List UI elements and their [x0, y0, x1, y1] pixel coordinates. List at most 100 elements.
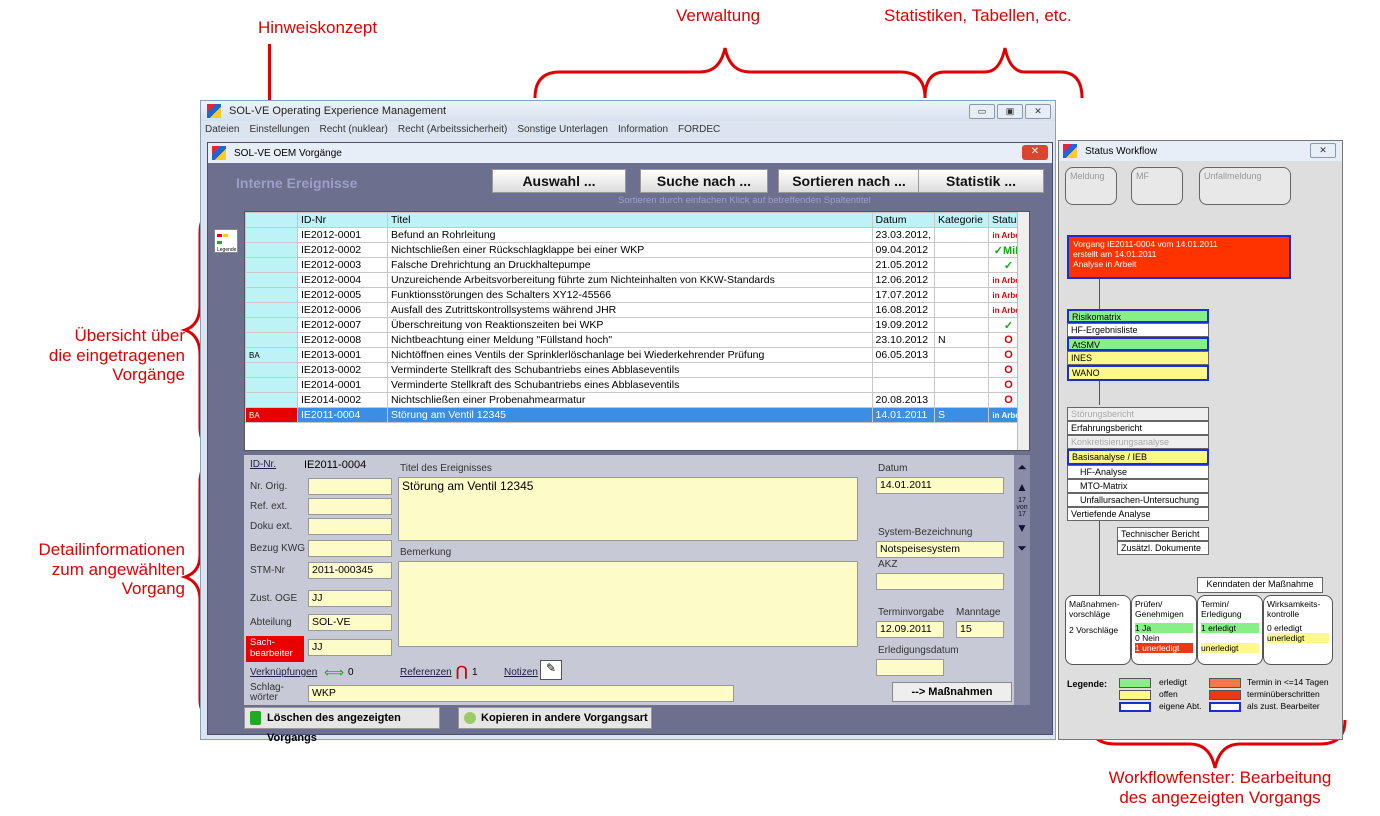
minimize-button[interactable]: ▭ — [969, 104, 995, 119]
menu-recht-arbeitssicherheit[interactable]: Recht (Arbeitssicherheit) — [398, 124, 507, 135]
copy-button[interactable]: Kopieren in andere Vorgangsart — [458, 707, 652, 729]
wf-col-termin[interactable]: Termin/ Erledigung 1 erledigt unerledigt — [1197, 595, 1263, 665]
wf-col-vorschlaege[interactable]: Maßnahmen- vorschläge 2 Vorschläge — [1065, 595, 1131, 665]
wf-hf-analyse[interactable]: HF-Analyse — [1067, 465, 1209, 479]
cell-id: IE2012-0008 — [297, 332, 388, 348]
wf-mto-matrix[interactable]: MTO-Matrix — [1067, 479, 1209, 493]
menu-einstellungen[interactable]: Einstellungen — [249, 124, 309, 135]
table-row[interactable]: IE2013-0002 Verminderte Stellkraft des Sc… — [245, 362, 1029, 378]
table-row[interactable]: IE2012-0004 Unzureichende Arbeitsvorberei… — [245, 272, 1029, 288]
bezug-field[interactable] — [308, 540, 392, 557]
sachbearbeiter-field[interactable]: JJ — [308, 639, 392, 656]
cell-kategorie — [934, 302, 989, 318]
verknuepfungen-link[interactable]: Verknüpfungen — [250, 667, 317, 678]
sort-hint: Sortieren durch einfachen Klick auf betr… — [618, 195, 871, 206]
akz-field[interactable] — [876, 573, 1004, 590]
table-row[interactable]: IE2012-0005 Funktionsstörungen des Schalt… — [245, 287, 1029, 303]
header-kategorie[interactable]: Kategorie — [934, 212, 989, 228]
wf-col-pruefen[interactable]: Prüfen/ Genehmigen 1 Ja 0 Nein 1 unerled… — [1131, 595, 1197, 665]
table-row[interactable]: BA IE2013-0001 Nichtöffnen eines Ventils d… — [245, 347, 1029, 363]
bezug-label: Bezug KWG — [250, 543, 306, 554]
nr-orig-field[interactable] — [308, 478, 392, 495]
menu-fordec[interactable]: FORDEC — [678, 124, 720, 135]
menu-dateien[interactable]: Dateien — [205, 124, 239, 135]
schlagwoerter-field[interactable]: WKP — [308, 685, 734, 702]
wf-konkretisierung[interactable]: Konkretisierungsanalyse — [1067, 435, 1209, 449]
nr-orig-label: Nr. Orig. — [250, 481, 288, 492]
table-row[interactable]: IE2012-0008 Nichtbeachtung einer Meldung … — [245, 332, 1029, 348]
stm-field[interactable]: 2011-000345 — [308, 562, 392, 579]
app-logo-icon — [207, 104, 221, 118]
close-vorgaenge-button[interactable]: ✕ — [1022, 145, 1048, 160]
table-scrollbar[interactable] — [1017, 212, 1029, 450]
table-row[interactable]: IE2012-0003 Falsche Drehrichtung an Druck… — [245, 257, 1029, 273]
wf-hf-ergebnisliste[interactable]: HF-Ergebnisliste — [1067, 323, 1209, 337]
table-row[interactable]: IE2012-0001 Befund an Rohrleitung 23.03.20… — [245, 227, 1029, 243]
erledigung-label: Erledigungsdatum — [878, 645, 959, 656]
sortieren-button[interactable]: Sortieren nach ... — [778, 169, 920, 193]
wf-wano[interactable]: WANO — [1067, 365, 1209, 381]
notizen-link[interactable]: Notizen — [504, 667, 538, 678]
first-record-icon[interactable]: ⏶ — [1014, 461, 1030, 473]
close-button[interactable]: ✕ — [1025, 104, 1051, 119]
wf-kenndaten-button[interactable]: Kenndaten der Maßnahme — [1197, 577, 1323, 593]
ref-ext-field[interactable] — [308, 498, 392, 515]
last-record-icon[interactable]: ⏷ — [1014, 542, 1030, 554]
table-row[interactable]: IE2012-0007 Überschreitung von Reaktionsz… — [245, 317, 1029, 333]
massnahmen-button[interactable]: --> Maßnahmen — [892, 682, 1012, 702]
workflow-close-button[interactable]: ✕ — [1310, 143, 1336, 158]
header-datum[interactable]: Datum — [871, 212, 936, 228]
table-row[interactable]: IE2012-0006 Ausfall des Zutrittskontrolls… — [245, 302, 1029, 318]
wf-vertiefende-analyse[interactable]: Vertiefende Analyse — [1067, 507, 1209, 521]
termin-field[interactable]: 12.09.2011 — [876, 621, 944, 638]
main-titlebar: SOL-VE Operating Experience Management ▭… — [201, 101, 1055, 121]
maximize-button[interactable]: ▣ — [997, 104, 1023, 119]
wf-meldung[interactable]: Meldung — [1065, 167, 1117, 205]
system-field[interactable]: Notspeisesystem — [876, 541, 1004, 558]
wf-risikomatrix[interactable]: Risikomatrix — [1067, 309, 1209, 323]
menu-information[interactable]: Information — [618, 124, 668, 135]
row-marker: BA — [245, 347, 298, 363]
wf-stoerungsbericht[interactable]: Störungsbericht — [1067, 407, 1209, 421]
workflow-logo-icon — [1063, 144, 1077, 158]
wf-ines[interactable]: INES — [1067, 351, 1209, 365]
menu-sonstige[interactable]: Sonstige Unterlagen — [517, 124, 608, 135]
erledigung-field[interactable] — [876, 659, 944, 676]
auswahl-button[interactable]: Auswahl ... — [492, 169, 626, 193]
prev-record-icon[interactable]: ▲ — [1014, 481, 1030, 493]
wf-atsmv[interactable]: AtSMV — [1067, 337, 1209, 351]
wf-unfallmeldung[interactable]: Unfallmeldung — [1199, 167, 1291, 205]
table-row[interactable]: IE2014-0001 Verminderte Stellkraft des Sc… — [245, 377, 1029, 393]
table-row[interactable]: BA IE2011-0004 Störung am Ventil 12345 14.0… — [245, 407, 1029, 423]
table-row[interactable]: IE2012-0002 Nichtschließen einer Rückschl… — [245, 242, 1029, 258]
abteilung-field[interactable]: SOL-VE — [308, 614, 392, 631]
wf-col-wirksamkeit[interactable]: Wirksamkeits- kontrolle 0 erledigt unerl… — [1263, 595, 1333, 665]
notepad-icon[interactable]: ✎ — [540, 660, 562, 680]
wf-vorgang-box[interactable]: Vorgang IE2011-0004 vom 14.01.2011 erstel… — [1067, 235, 1291, 279]
cell-kategorie — [934, 257, 989, 273]
next-record-icon[interactable]: ▼ — [1014, 522, 1030, 534]
legend-icon[interactable]: Legende — [214, 229, 238, 253]
wf-mf[interactable]: MF — [1131, 167, 1183, 205]
delete-button[interactable]: Löschen des angezeigten Vorgangs — [244, 707, 440, 744]
wf-basisanalyse[interactable]: Basisanalyse / IEB — [1067, 449, 1209, 465]
doku-ext-field[interactable] — [308, 518, 392, 535]
suche-button[interactable]: Suche nach ... — [640, 169, 768, 193]
wf-technischer-bericht[interactable]: Technischer Bericht — [1117, 527, 1209, 541]
header-titel[interactable]: Titel — [387, 212, 873, 228]
wf-unfallursachen[interactable]: Unfallursachen-Untersuchung — [1067, 493, 1209, 507]
workflow-titlebar: Status Workflow ✕ — [1059, 141, 1342, 161]
statistik-button[interactable]: Statistik ... — [918, 169, 1044, 193]
bemerkung-field[interactable] — [398, 561, 858, 647]
titel-field[interactable]: Störung am Ventil 12345 — [398, 477, 858, 541]
referenzen-link[interactable]: Referenzen — [400, 667, 452, 678]
wf-erfahrungsbericht[interactable]: Erfahrungsbericht — [1067, 421, 1209, 435]
datum-field[interactable]: 14.01.2011 — [876, 477, 1004, 494]
header-id[interactable]: ID-Nr — [297, 212, 388, 228]
table-row[interactable]: IE2014-0002 Nichtschließen einer Probenah… — [245, 392, 1029, 408]
manntage-field[interactable]: 15 — [956, 621, 1004, 638]
wf-zusaetzl-dokumente[interactable]: Zusätzl. Dokumente — [1117, 541, 1209, 555]
vorgaenge-titlebar: SOL-VE OEM Vorgänge ✕ — [208, 143, 1052, 163]
zust-field[interactable]: JJ — [308, 590, 392, 607]
menu-recht-nuklear[interactable]: Recht (nuklear) — [320, 124, 388, 135]
